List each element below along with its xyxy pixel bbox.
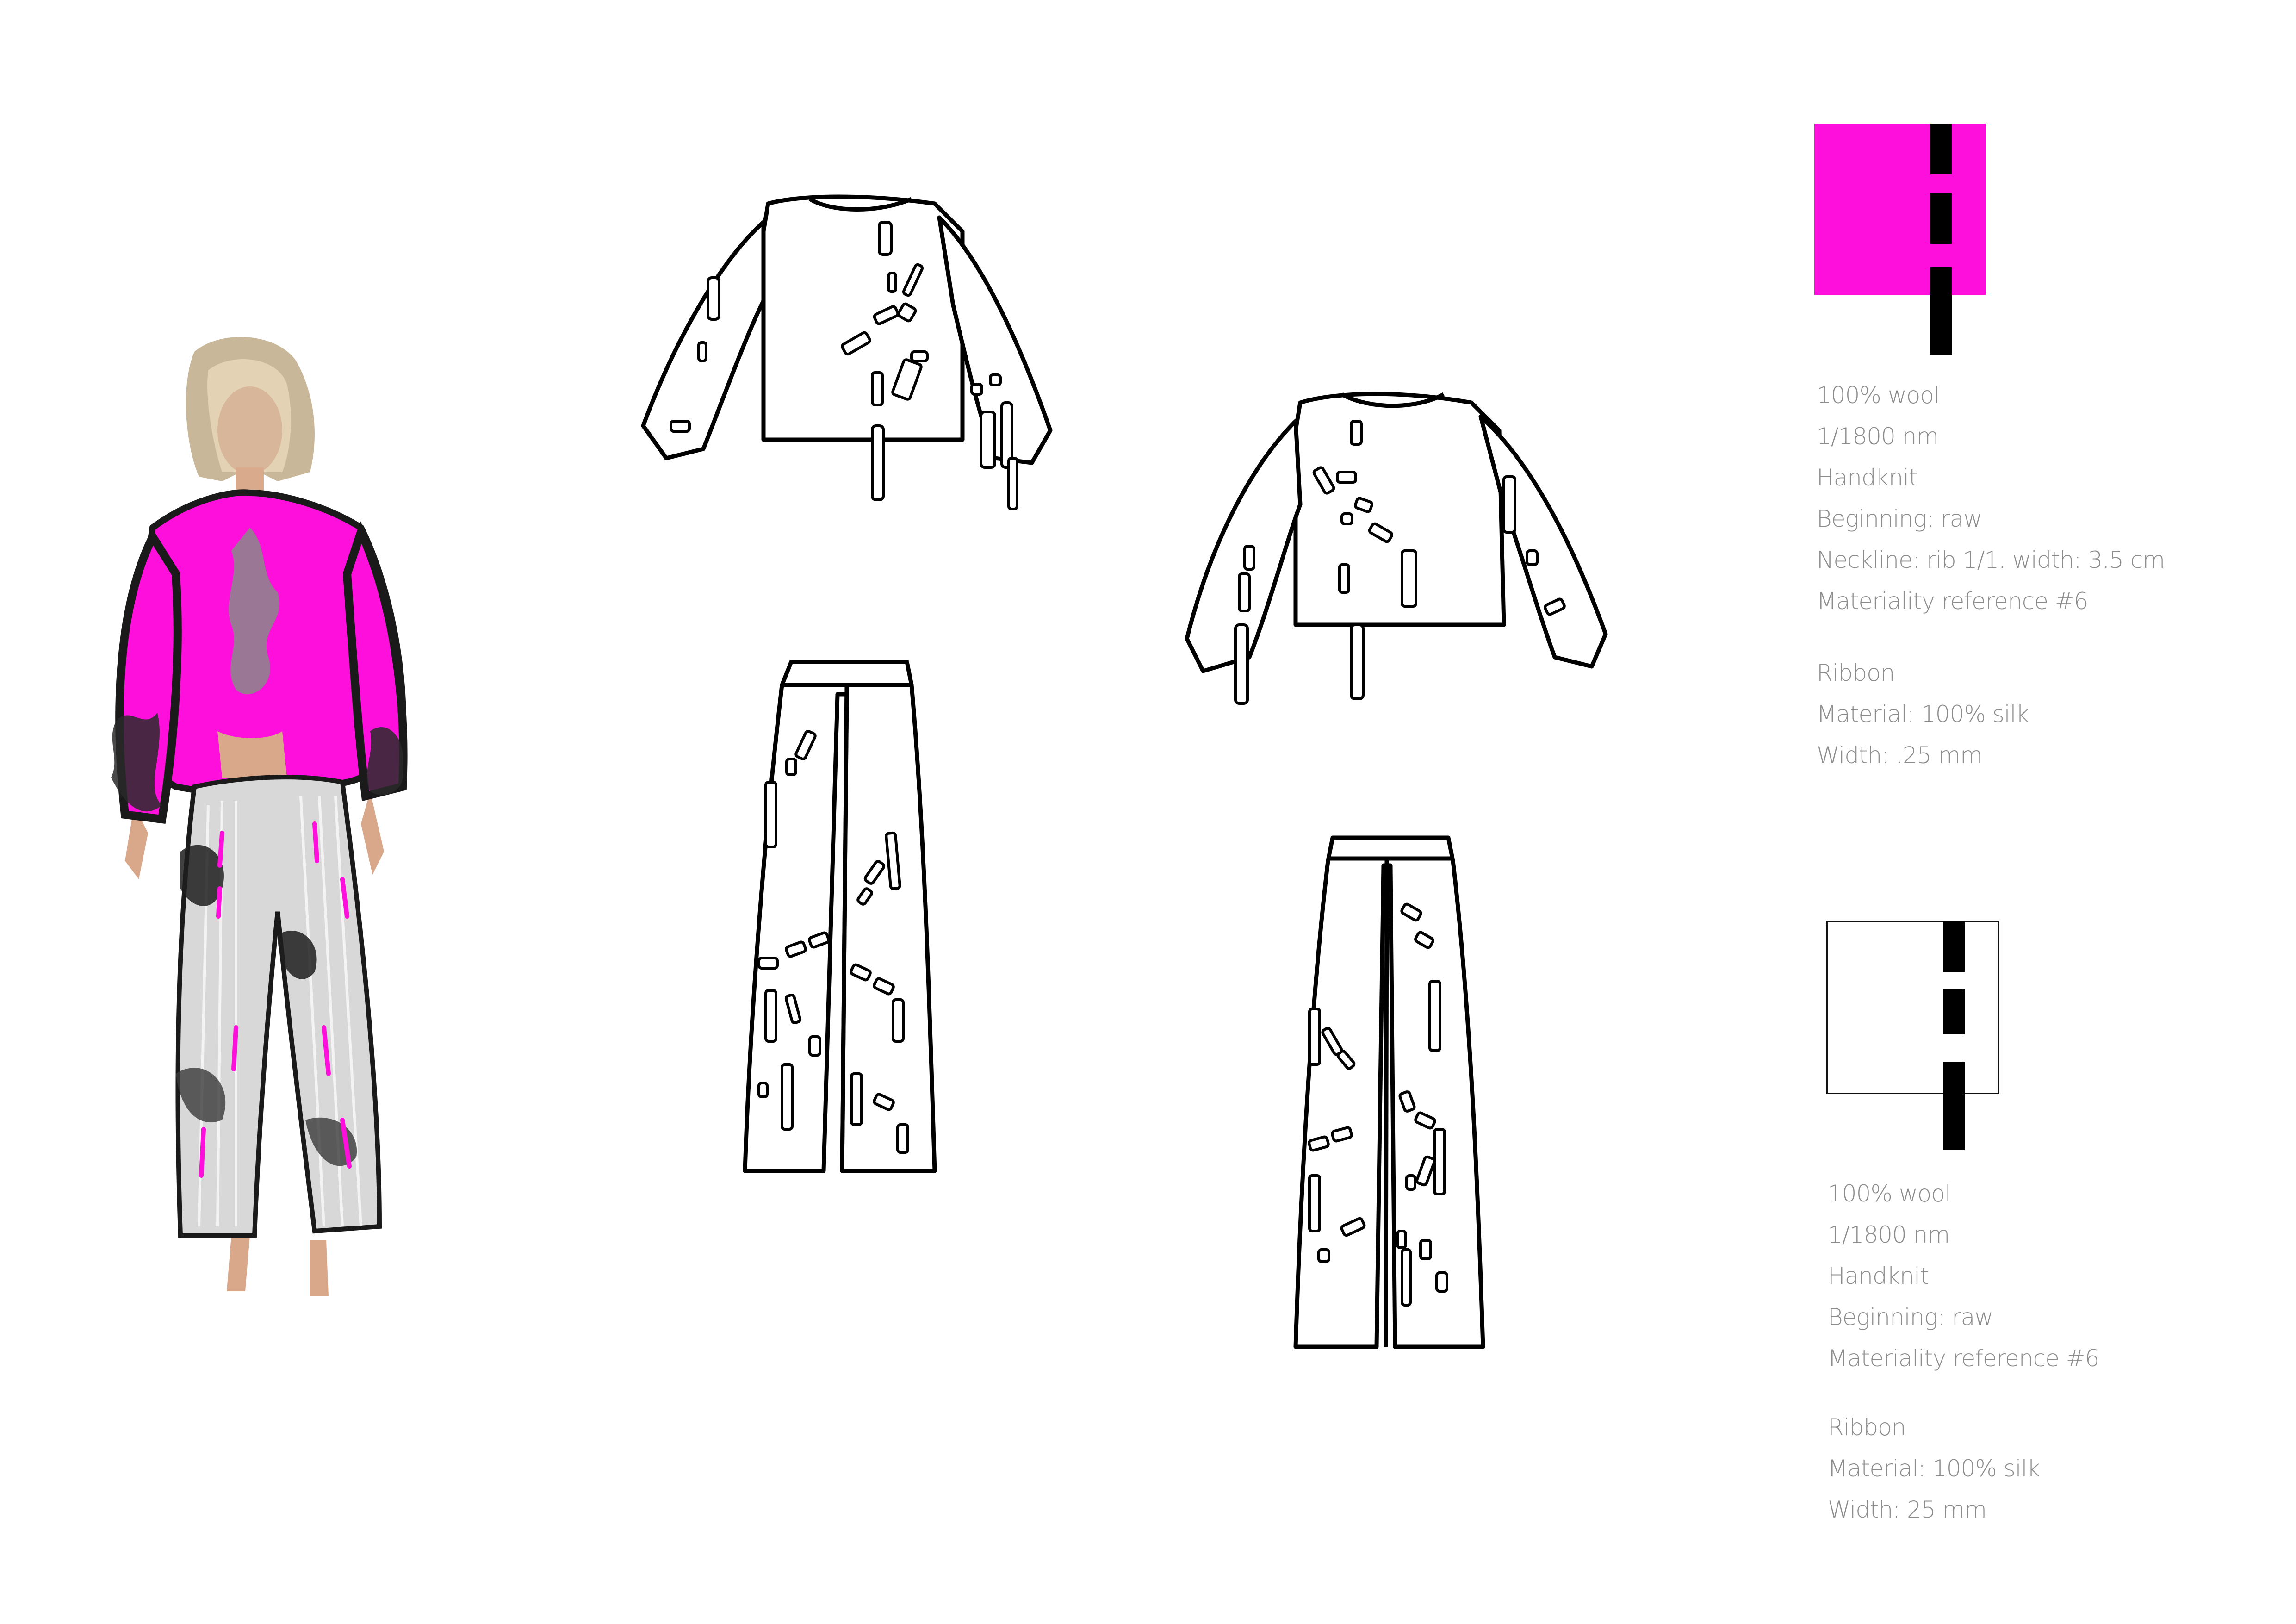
trousers-front-flat <box>743 660 937 1173</box>
spec-line: Handknit <box>1828 1263 1929 1289</box>
swatch-primary <box>1814 124 1986 295</box>
spec-line: 100% wool <box>1828 1180 1951 1207</box>
ribbon-sample-primary <box>1930 124 1952 355</box>
spec-primary: 100% wool 1/1800 nm Handknit Beginning: … <box>1817 375 2165 776</box>
fashion-illustration <box>111 336 408 1296</box>
ribbon-segment <box>1943 1062 1965 1150</box>
trousers-back-flat <box>1293 835 1485 1349</box>
ribbon-line: Width: 25 mm <box>1828 1496 1987 1523</box>
top-front-flat <box>641 194 1053 510</box>
ribbon-sample-secondary <box>1943 921 1965 1150</box>
spec-secondary: 100% wool 1/1800 nm Handknit Beginning: … <box>1828 1173 2099 1531</box>
spec-line: Materiality reference #6 <box>1828 1345 2099 1372</box>
spec-line: Beginning: raw <box>1828 1304 1993 1331</box>
ribbon-segment <box>1943 989 1965 1034</box>
spec-line: Neckline: rib 1/1. width: 3.5 cm <box>1817 547 2165 573</box>
ribbon-segment <box>1930 267 1952 355</box>
top-back-flat <box>1185 392 1608 705</box>
ribbon-line: Ribbon <box>1828 1414 1906 1441</box>
spec-line: Materiality reference #6 <box>1817 588 2088 615</box>
spec-line: 1/1800 nm <box>1828 1221 1950 1248</box>
swatch-secondary <box>1826 921 1999 1094</box>
ribbon-segment <box>1930 124 1952 174</box>
spec-line: Beginning: raw <box>1817 505 1982 532</box>
spec-line: Handknit <box>1817 464 1918 491</box>
figure-face <box>217 386 282 474</box>
ribbon-line: Width: .25 mm <box>1817 742 1983 769</box>
ribbon-line: Material: 100% silk <box>1828 1455 2041 1482</box>
ribbon-line: Material: 100% silk <box>1817 701 2029 728</box>
ribbon-segment <box>1943 921 1965 972</box>
spec-line: 1/1800 nm <box>1817 423 1939 450</box>
ribbon-segment <box>1930 193 1952 244</box>
ribbon-line: Ribbon <box>1817 660 1895 686</box>
spec-line: 100% wool <box>1817 382 1940 409</box>
